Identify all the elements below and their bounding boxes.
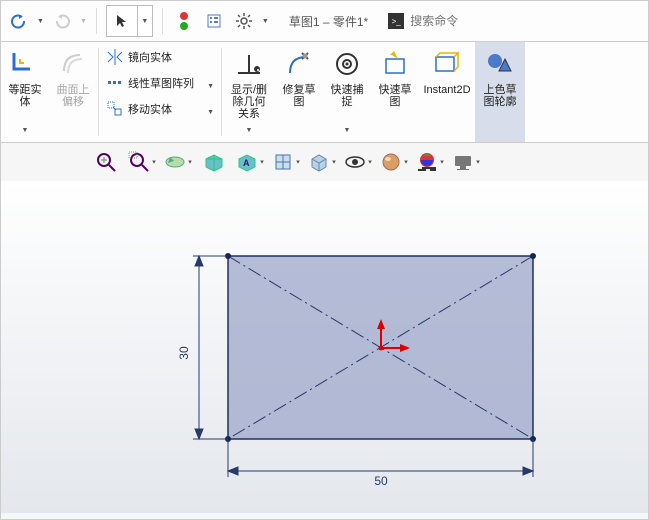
svg-text:A: A	[243, 158, 250, 168]
shaded-sketch-icon	[482, 46, 518, 82]
hide-show-button[interactable]: ▾	[343, 147, 373, 177]
display-style-button[interactable]: ▾	[307, 147, 337, 177]
move-entities-button[interactable]: 移动实体 ▼	[106, 98, 214, 120]
linear-pattern-icon	[106, 74, 124, 92]
separator	[162, 8, 163, 34]
surface-offset-button: 曲面上 偏移	[49, 42, 97, 142]
document-title: 草图1 – 零件1*	[289, 13, 368, 30]
snap-icon	[329, 46, 365, 82]
select-tool[interactable]: ▼	[106, 5, 153, 37]
move-icon	[106, 100, 124, 118]
dropdown-caret[interactable]: ▼	[138, 6, 152, 36]
rapid-sketch-icon	[377, 46, 413, 82]
graphics-area[interactable]: 30 50	[1, 181, 648, 513]
undo-button[interactable]	[7, 9, 31, 33]
shaded-sketch-button[interactable]: 上色草 图轮廓	[475, 42, 525, 142]
dynamic-annotation-button[interactable]: A▾	[235, 147, 265, 177]
view-orientation-button[interactable]: ▾	[271, 147, 301, 177]
edit-appearance-button[interactable]: ▾	[379, 147, 409, 177]
offset-entities-icon	[7, 46, 43, 82]
dropdown-caret[interactable]: ▼	[207, 83, 214, 90]
perpendicular-icon	[231, 46, 267, 82]
instant2d-button[interactable]: Instant2D	[419, 42, 475, 142]
instant2d-icon	[429, 46, 465, 82]
dimension-width: 50	[374, 474, 388, 488]
sketch-tools-group: 镜向实体 线性草图阵列 ▼ 移动实体 ▼	[100, 42, 220, 142]
label: 线性草图阵列	[128, 75, 194, 91]
redo-button[interactable]	[50, 9, 74, 33]
linear-pattern-button[interactable]: 线性草图阵列 ▼	[106, 72, 214, 94]
quick-snaps-button[interactable]: 快速捕 捉 ▼	[323, 42, 371, 142]
view-toolbar: ▾ ▾ A▾ ▾ ▾ ▾ ▾ ▾ ▾	[1, 143, 648, 181]
mirror-icon	[106, 48, 124, 66]
zoom-area-button[interactable]: ▾	[127, 147, 157, 177]
mirror-entities-button[interactable]: 镜向实体	[106, 46, 214, 68]
dropdown-caret[interactable]: ▼	[207, 109, 214, 116]
display-relations-button[interactable]: 显示/删 除几何 关系 ▼	[223, 42, 275, 142]
previous-view-button[interactable]: ▾	[163, 147, 193, 177]
ribbon-toolbar: 等距实 体 ▼ 曲面上 偏移 镜向实体 线性草图阵列 ▼ 移动实体 ▼ 显示/删…	[1, 42, 648, 143]
dropdown-caret[interactable]: ▼	[246, 127, 253, 134]
label: 移动实体	[128, 101, 172, 117]
repair-sketch-button[interactable]: 修复草 图	[275, 42, 323, 142]
surface-offset-icon	[55, 46, 91, 82]
separator	[221, 48, 222, 136]
prompt-icon: >_	[388, 13, 404, 29]
settings-gear-icon[interactable]	[232, 9, 256, 33]
search-input[interactable]	[408, 13, 642, 29]
rapid-sketch-button[interactable]: 快速草 图	[371, 42, 419, 142]
dropdown-caret: ▼	[80, 18, 87, 25]
traffic-light-icon[interactable]	[172, 9, 196, 33]
view-settings-button[interactable]: ▾	[451, 147, 481, 177]
offset-entities-button[interactable]: 等距实 体 ▼	[1, 42, 49, 142]
dropdown-caret[interactable]: ▼	[262, 18, 269, 25]
dimension-height: 30	[177, 346, 191, 360]
separator	[98, 48, 99, 136]
apply-scene-button[interactable]: ▾	[415, 147, 445, 177]
label: 镜向实体	[128, 49, 172, 65]
dropdown-caret[interactable]: ▼	[37, 18, 44, 25]
list-icon[interactable]	[202, 9, 226, 33]
dropdown-caret[interactable]: ▼	[22, 127, 29, 134]
title-bar: ▼ ▼ ▼ ▼ 草图1 – 零件1* >_	[1, 1, 648, 42]
section-view-button[interactable]	[199, 147, 229, 177]
zoom-fit-button[interactable]	[91, 147, 121, 177]
separator	[96, 8, 97, 34]
command-search[interactable]: >_	[388, 13, 642, 29]
repair-icon	[281, 46, 317, 82]
dropdown-caret[interactable]: ▼	[344, 127, 351, 134]
sketch-drawing: 30 50	[1, 181, 649, 513]
